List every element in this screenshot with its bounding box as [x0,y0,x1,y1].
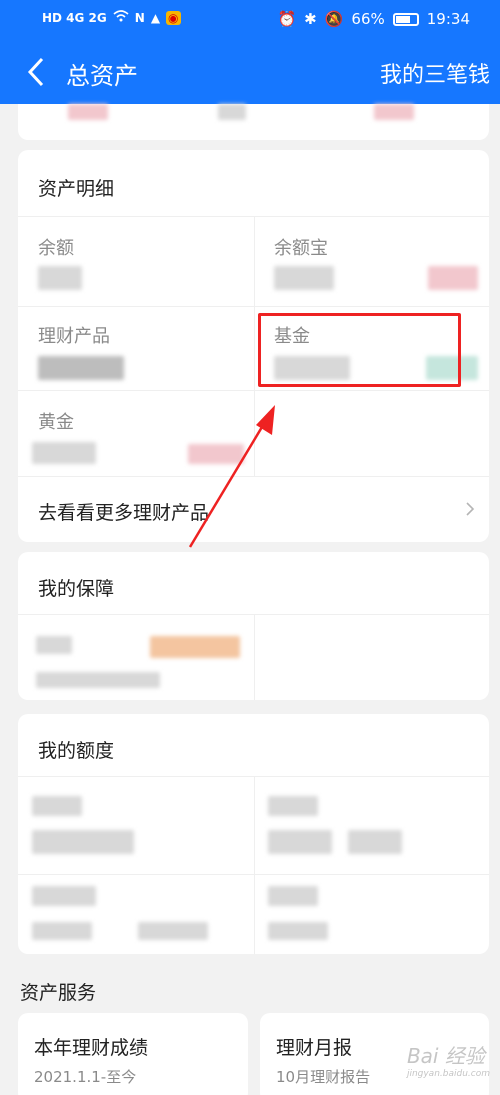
protection-title: 我的保障 [38,578,115,600]
divider [18,874,489,875]
service-subtitle: 10月理财报告 [276,1068,371,1086]
alarm-icon: ⏰ [277,10,297,28]
nfc-icon: N [134,10,145,25]
asset-label: 余额宝 [274,238,328,259]
asset-detail-title: 资产明细 [38,178,115,200]
annotation-arrow [188,405,275,548]
fund-highlight-box [258,313,461,387]
wifi-icon [113,10,129,25]
status-left: HD 4G 2G N ▲ ◉ [42,10,181,25]
masked-value [268,922,328,940]
mute-icon: 🔕 [324,10,344,28]
divider [18,306,489,307]
chevron-right-icon [466,502,475,516]
bluetooth-icon: ✱ [304,10,317,28]
my-three-money-link[interactable]: 我的三笔钱 [380,57,490,89]
chevron-left-icon [27,57,44,87]
annual-performance-card[interactable]: 本年理财成绩 2021.1.1-至今 [18,1013,248,1095]
baidu-watermark: Bai 经验 jingyan.baidu.com [407,1040,490,1079]
masked-value [428,266,478,290]
masked-value [348,830,402,854]
masked-value [150,636,240,658]
asset-label: 理财产品 [38,326,110,347]
protection-card: 我的保障 [18,552,489,700]
status-bar: HD 4G 2G N ▲ ◉ ⏰ ✱ 🔕 66% 19:34 [0,0,500,40]
divider [18,390,489,391]
masked-value [268,830,332,854]
masked-value [38,356,124,380]
divider [254,614,255,700]
summary-card [18,104,489,140]
masked-value [32,886,96,906]
watermark-text: Bai 经验 [406,1044,485,1068]
asset-label: 黄金 [38,412,74,433]
masked-value [138,922,208,940]
masked-value [32,830,134,854]
app-header: 总资产 我的三笔钱 [0,40,500,104]
clock: 19:34 [426,10,470,28]
asset-label: 余额 [38,238,74,259]
masked-value [374,104,414,120]
credit-title: 我的额度 [38,740,115,762]
masked-value [36,672,160,688]
masked-value [268,796,318,816]
masked-value [68,104,108,120]
masked-value [38,266,82,290]
masked-value [274,266,334,290]
page-title: 总资产 [66,62,138,90]
service-title: 本年理财成绩 [34,1037,149,1059]
status-right: ⏰ ✱ 🔕 66% 19:34 [277,10,470,28]
masked-value [268,886,318,906]
bell-icon: ▲ [150,10,161,25]
masked-value [32,796,82,816]
masked-value [218,104,246,120]
masked-value [32,442,96,464]
services-title: 资产服务 [20,982,97,1004]
weibo-icon: ◉ [166,10,181,25]
service-title: 理财月报 [276,1037,353,1059]
watermark-sub: jingyan.baidu.com [406,1069,490,1079]
battery-percent: 66% [351,10,385,28]
back-button[interactable] [22,54,52,90]
divider [254,776,255,954]
battery-icon [392,12,419,26]
network-indicator: HD 4G 2G [42,10,107,25]
service-subtitle: 2021.1.1-至今 [34,1068,137,1086]
masked-value [32,922,92,940]
masked-value [36,636,72,654]
credit-card: 我的额度 [18,714,489,954]
